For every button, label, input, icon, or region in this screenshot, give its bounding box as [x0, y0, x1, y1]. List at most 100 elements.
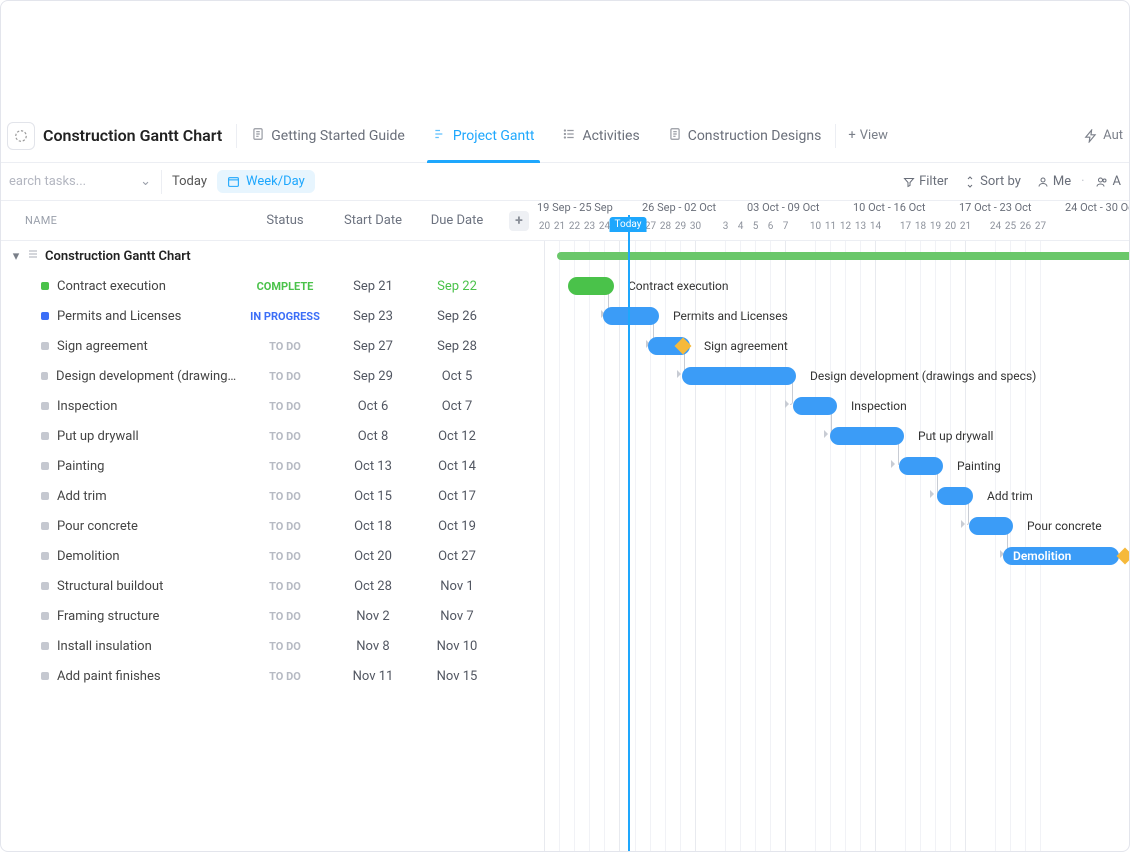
week-range-label: 24 Oct - 30 Oct: [1065, 201, 1129, 214]
task-status[interactable]: TO DO: [237, 430, 333, 443]
gantt-bar[interactable]: Put up drywall: [830, 427, 904, 445]
tab-label: Project Gantt: [453, 128, 535, 144]
milestone-marker[interactable]: [1117, 548, 1130, 565]
group-title[interactable]: Construction Gantt Chart: [45, 249, 191, 264]
task-start-date[interactable]: Sep 27: [333, 339, 413, 354]
add-column-button[interactable]: +: [509, 211, 529, 231]
gantt-bar[interactable]: Add trim: [937, 487, 973, 505]
task-due-date[interactable]: Oct 17: [413, 489, 501, 504]
tab-activities[interactable]: Activities: [548, 109, 653, 163]
task-status[interactable]: TO DO: [237, 550, 333, 563]
task-due-date[interactable]: Nov 15: [413, 669, 501, 684]
task-due-date[interactable]: Oct 7: [413, 399, 501, 414]
task-name[interactable]: Design development (drawings an...: [56, 369, 237, 384]
day-label: 5: [748, 221, 763, 232]
task-status[interactable]: TO DO: [237, 610, 333, 623]
task-start-date[interactable]: Nov 2: [333, 609, 413, 624]
gantt-bar[interactable]: Pour concrete: [969, 517, 1013, 535]
task-due-date[interactable]: Oct 5: [413, 369, 501, 384]
task-due-date[interactable]: Nov 1: [413, 579, 501, 594]
today-button[interactable]: Today: [162, 174, 217, 189]
filter-button[interactable]: Filter: [895, 174, 956, 189]
task-start-date[interactable]: Oct 13: [333, 459, 413, 474]
user-icon: [1037, 176, 1049, 188]
add-view-button[interactable]: + View: [836, 128, 900, 143]
automation-button[interactable]: Aut: [1078, 128, 1129, 143]
search-input[interactable]: earch tasks... ⌄: [1, 174, 161, 189]
task-start-date[interactable]: Oct 28: [333, 579, 413, 594]
assignees-button[interactable]: A: [1087, 174, 1129, 189]
summary-bar[interactable]: [557, 252, 1130, 260]
task-due-date[interactable]: Sep 22: [413, 279, 501, 294]
task-start-date[interactable]: Oct 18: [333, 519, 413, 534]
task-name[interactable]: Framing structure: [57, 609, 159, 624]
tab-construction-designs[interactable]: Construction Designs: [654, 109, 836, 163]
task-name[interactable]: Pour concrete: [57, 519, 138, 534]
zoom-week-day-button[interactable]: Week/Day: [217, 170, 315, 193]
gantt-bar-label: Sign agreement: [704, 339, 788, 353]
task-name[interactable]: Painting: [57, 459, 104, 474]
task-name[interactable]: Contract execution: [57, 279, 166, 294]
column-header-status[interactable]: Status: [237, 213, 333, 228]
task-due-date[interactable]: Oct 12: [413, 429, 501, 444]
tab-getting-started-guide[interactable]: Getting Started Guide: [237, 109, 419, 163]
day-label: 29: [673, 221, 688, 232]
task-name[interactable]: Structural buildout: [57, 579, 163, 594]
column-header-name[interactable]: NAME: [1, 214, 237, 227]
task-status[interactable]: TO DO: [237, 370, 333, 383]
task-name[interactable]: Inspection: [57, 399, 117, 414]
day-label: 12: [838, 221, 853, 232]
gantt-bar[interactable]: Design development (drawings and specs): [682, 367, 796, 385]
task-name[interactable]: Permits and Licenses: [57, 309, 181, 324]
group-toggle[interactable]: ▾: [9, 249, 23, 264]
task-start-date[interactable]: Sep 29: [333, 369, 413, 384]
task-status[interactable]: TO DO: [237, 580, 333, 593]
task-status[interactable]: TO DO: [237, 670, 333, 683]
task-name[interactable]: Add paint finishes: [57, 669, 161, 684]
task-start-date[interactable]: Oct 8: [333, 429, 413, 444]
task-name[interactable]: Sign agreement: [57, 339, 148, 354]
task-start-date[interactable]: Nov 11: [333, 669, 413, 684]
task-due-date[interactable]: Sep 26: [413, 309, 501, 324]
tab-project-gantt[interactable]: Project Gantt: [419, 109, 549, 163]
task-status[interactable]: TO DO: [237, 340, 333, 353]
me-button[interactable]: Me: [1029, 174, 1079, 189]
column-header-start[interactable]: Start Date: [333, 213, 413, 228]
task-status[interactable]: TO DO: [237, 400, 333, 413]
task-due-date[interactable]: Oct 14: [413, 459, 501, 474]
task-start-date[interactable]: Sep 23: [333, 309, 413, 324]
task-status[interactable]: IN PROGRESS: [237, 310, 333, 323]
status-bullet: [41, 432, 49, 440]
task-name[interactable]: Add trim: [57, 489, 107, 504]
column-header-due[interactable]: Due Date: [413, 213, 501, 228]
task-start-date[interactable]: Sep 21: [333, 279, 413, 294]
task-status[interactable]: TO DO: [237, 640, 333, 653]
task-due-date[interactable]: Oct 19: [413, 519, 501, 534]
task-start-date[interactable]: Nov 8: [333, 639, 413, 654]
zoom-label: Week/Day: [246, 174, 305, 189]
task-due-date[interactable]: Nov 10: [413, 639, 501, 654]
gantt-bar[interactable]: Inspection: [793, 397, 837, 415]
gantt-bar[interactable]: Painting: [899, 457, 943, 475]
search-placeholder: earch tasks...: [9, 174, 86, 189]
task-status[interactable]: COMPLETE: [237, 280, 333, 293]
task-status[interactable]: TO DO: [237, 490, 333, 503]
gantt-bar-label: Permits and Licenses: [673, 309, 788, 323]
sort-button[interactable]: Sort by: [956, 174, 1029, 189]
task-due-date[interactable]: Sep 28: [413, 339, 501, 354]
status-bullet: [41, 492, 49, 500]
task-start-date[interactable]: Oct 15: [333, 489, 413, 504]
task-name[interactable]: Demolition: [57, 549, 120, 564]
task-name[interactable]: Install insulation: [57, 639, 152, 654]
task-status[interactable]: TO DO: [237, 520, 333, 533]
gantt-bar[interactable]: Demolition: [1003, 547, 1119, 565]
task-start-date[interactable]: Oct 6: [333, 399, 413, 414]
task-start-date[interactable]: Oct 20: [333, 549, 413, 564]
task-due-date[interactable]: Nov 7: [413, 609, 501, 624]
task-due-date[interactable]: Oct 27: [413, 549, 501, 564]
gantt-bar[interactable]: Permits and Licenses: [603, 307, 659, 325]
gantt-bar[interactable]: Contract execution: [568, 277, 614, 295]
task-name[interactable]: Put up drywall: [57, 429, 139, 444]
task-status[interactable]: TO DO: [237, 460, 333, 473]
list-icon: [562, 127, 576, 145]
